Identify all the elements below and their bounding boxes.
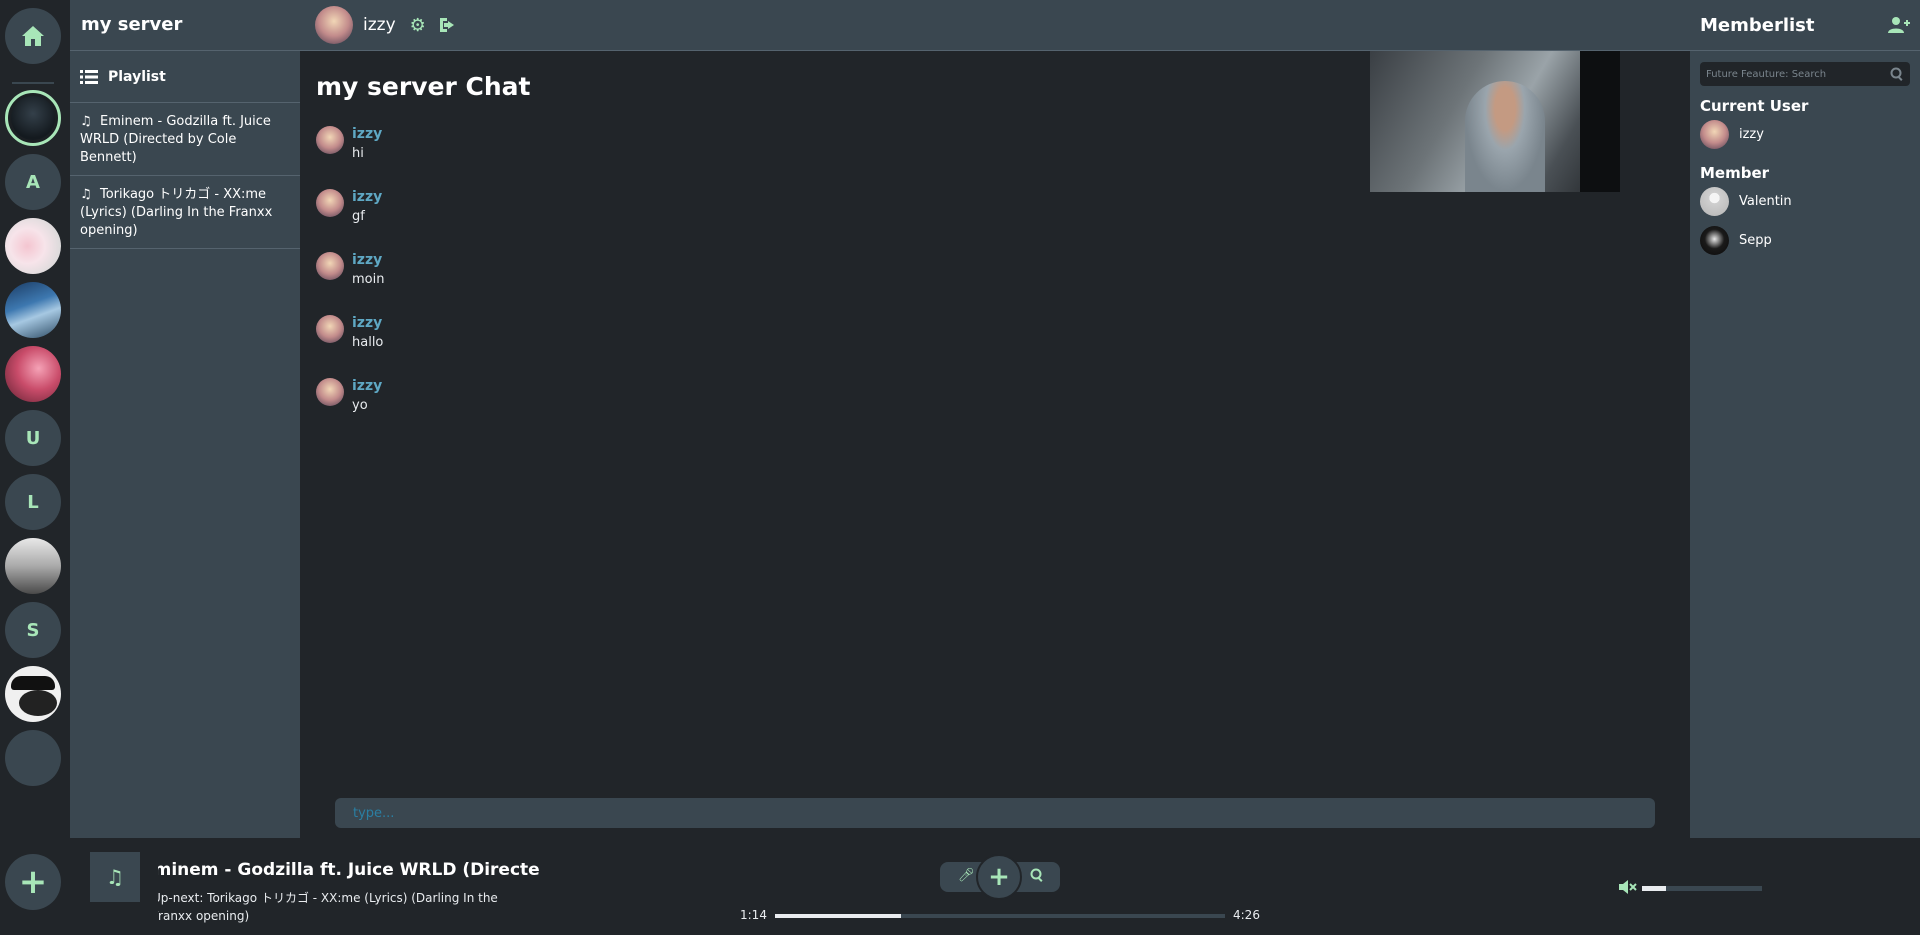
rail-divider xyxy=(12,82,54,84)
member-name: izzy xyxy=(1739,127,1764,142)
avatar[interactable] xyxy=(316,126,344,154)
playlist-header[interactable]: Playlist xyxy=(70,51,300,103)
message-text: hallo xyxy=(352,335,384,350)
server-icon-l[interactable]: L xyxy=(5,474,61,530)
time-current: 1:14 xyxy=(740,908,767,922)
home-icon xyxy=(22,26,44,46)
add-server-button[interactable]: + xyxy=(5,854,61,910)
member-list: Memberlist Future Feauture: Search Curre… xyxy=(1690,0,1920,838)
avatar[interactable] xyxy=(316,378,344,406)
current-user-heading: Current User xyxy=(1700,97,1809,115)
member-name: Valentin xyxy=(1739,194,1792,209)
message-input[interactable] xyxy=(335,798,1655,828)
time-total: 4:26 xyxy=(1233,908,1260,922)
server-icon-u[interactable]: U xyxy=(5,410,61,466)
message-author[interactable]: izzy xyxy=(352,250,384,270)
message-list: izzy hi izzy gf izzy moin izzy hallo izzy yo xyxy=(316,124,384,439)
playlist-label: Playlist xyxy=(108,68,166,85)
message-text: hi xyxy=(352,146,364,161)
list-icon xyxy=(80,69,98,84)
memberlist-title: Memberlist xyxy=(1700,14,1815,36)
chat-title: my server Chat xyxy=(316,72,531,101)
message-text: moin xyxy=(352,272,385,287)
message-author[interactable]: izzy xyxy=(352,313,383,333)
search-icon[interactable] xyxy=(1030,868,1044,882)
playlist-item[interactable]: ♫ Torikago トリカゴ - XX:me (Lyrics) (Darling… xyxy=(70,176,300,249)
server-icon-image[interactable] xyxy=(5,346,61,402)
music-note-icon: ♫ xyxy=(80,114,92,129)
avatar[interactable] xyxy=(316,252,344,280)
volume-slider[interactable] xyxy=(1642,886,1762,891)
message-text: gf xyxy=(352,209,365,224)
app: A U L S + my server Playlist ♫ Eminem - G… xyxy=(0,0,1920,935)
microphone-icon[interactable]: 🎤︎ xyxy=(958,868,975,883)
avatar[interactable] xyxy=(315,6,353,44)
member-name: Sepp xyxy=(1739,233,1772,248)
server-name: my server xyxy=(70,0,300,51)
progress-bar[interactable] xyxy=(775,914,1225,918)
member-item[interactable]: Sepp xyxy=(1690,221,1920,260)
chat-message: izzy gf xyxy=(316,187,384,250)
music-note-icon: ♫ xyxy=(80,187,92,202)
member-item[interactable]: Valentin xyxy=(1690,182,1920,221)
avatar xyxy=(1700,120,1729,149)
message-author[interactable]: izzy xyxy=(352,376,382,396)
volume-fill xyxy=(1642,886,1666,891)
server-icon-current[interactable] xyxy=(5,90,61,146)
playlist-item-title: Torikago トリカゴ - XX:me (Lyrics) (Darling … xyxy=(80,187,273,238)
music-note-icon: ♫ xyxy=(106,865,124,889)
member-heading: Member xyxy=(1700,164,1770,182)
music-player-bar: ♫ Eminem - Godzilla ft. Juice WRLD (Dire… xyxy=(70,838,1920,935)
server-icon-s[interactable]: S xyxy=(5,602,61,658)
member-search-input[interactable]: Future Feauture: Search xyxy=(1700,62,1910,86)
search-placeholder: Future Feauture: Search xyxy=(1706,68,1827,80)
plus-icon: + xyxy=(18,862,48,902)
chat-message: izzy hi xyxy=(316,124,384,187)
add-user-icon[interactable] xyxy=(1888,16,1910,34)
avatar[interactable] xyxy=(316,189,344,217)
chat-message: izzy moin xyxy=(316,250,384,313)
server-sidebar: my server Playlist ♫ Eminem - Godzilla ft… xyxy=(70,0,300,838)
avatar[interactable] xyxy=(316,315,344,343)
progress-fill xyxy=(775,914,901,918)
plus-icon: + xyxy=(988,862,1010,892)
chat-message: izzy hallo xyxy=(316,313,384,376)
search-icon xyxy=(1890,67,1903,81)
avatar xyxy=(1700,187,1729,216)
playlist-item-title: Eminem - Godzilla ft. Juice WRLD (Direct… xyxy=(80,114,271,165)
user-bar: izzy ⚙ xyxy=(300,0,1690,51)
message-text: yo xyxy=(352,398,368,413)
playlist-item[interactable]: ♫ Eminem - Godzilla ft. Juice WRLD (Direc… xyxy=(70,103,300,176)
home-button[interactable] xyxy=(5,8,61,64)
add-song-button[interactable]: + xyxy=(976,854,1022,900)
server-icon-image[interactable] xyxy=(5,538,61,594)
up-next-text: Up-next: Torikago トリカゴ - XX:me (Lyrics) … xyxy=(158,891,498,923)
chat-message: izzy yo xyxy=(316,376,384,439)
chat-area: izzy ⚙ my server Chat izzy hi izzy gf izzy… xyxy=(300,0,1690,838)
gear-icon[interactable]: ⚙ xyxy=(410,15,426,36)
message-author[interactable]: izzy xyxy=(352,187,382,207)
member-item[interactable]: izzy xyxy=(1690,115,1920,154)
server-icon-image[interactable] xyxy=(5,218,61,274)
server-rail: A U L S xyxy=(0,0,70,838)
current-username: izzy xyxy=(363,15,396,35)
server-icon-a[interactable]: A xyxy=(5,154,61,210)
server-icon-partial[interactable] xyxy=(5,730,61,786)
server-icon-image[interactable] xyxy=(5,282,61,338)
track-thumbnail: ♫ xyxy=(90,852,140,902)
video-player[interactable] xyxy=(1370,51,1620,192)
server-icon-image[interactable] xyxy=(5,666,61,722)
message-author[interactable]: izzy xyxy=(352,124,382,144)
avatar xyxy=(1700,226,1729,255)
logout-icon[interactable] xyxy=(438,16,458,34)
mute-icon[interactable] xyxy=(1618,879,1638,895)
now-playing-title: Eminem - Godzilla ft. Juice WRLD (Direct… xyxy=(158,860,540,880)
memberlist-header: Memberlist xyxy=(1690,0,1920,51)
